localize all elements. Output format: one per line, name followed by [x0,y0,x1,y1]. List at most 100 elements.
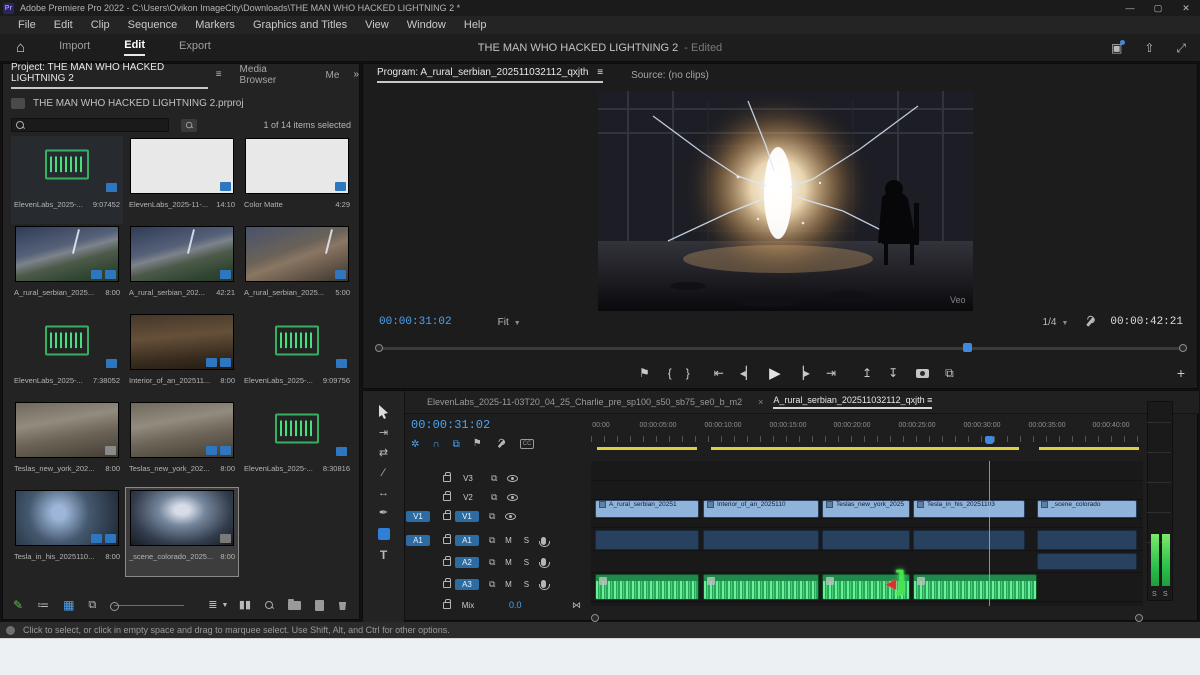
solo-button[interactable]: S [521,536,531,545]
export-frame-icon[interactable] [916,369,929,378]
delete-icon[interactable] [338,600,347,610]
monitor-zoom-handle-left[interactable] [375,344,383,352]
add-marker-icon[interactable]: ⚑ [639,366,650,380]
nest-sequences-icon[interactable]: ✲ [411,439,419,450]
menu-markers[interactable]: Markers [195,19,235,31]
project-item[interactable]: Teslas_new_york_202...8:00 [11,400,123,488]
sequence-tab-close-icon[interactable]: × [758,397,763,407]
sync-lock-icon[interactable]: ⧉ [491,473,497,484]
panel-menu-icon[interactable]: ≡ [216,70,222,80]
lock-icon[interactable] [443,559,451,566]
automate-sequence-icon[interactable]: ▮▮ [239,600,251,611]
fullscreen-icon[interactable]: ⤢ [1176,42,1186,54]
lock-icon[interactable] [443,537,451,544]
monitor-seek-bar[interactable] [379,347,1183,350]
mute-button[interactable]: M [503,536,513,545]
track-name-v1[interactable]: V1 [455,511,479,522]
tab-media-browser[interactable]: Media Browser [240,64,300,86]
voiceover-mic-icon[interactable] [541,537,546,545]
track-visibility-eye-icon[interactable] [505,513,516,520]
sort-chevron-icon[interactable]: ▼ [221,602,228,609]
timeline-playhead-line[interactable] [989,461,990,606]
timeline-clip-audio[interactable] [822,530,910,550]
timeline-scroll-handle-left[interactable] [591,614,599,622]
type-tool-icon[interactable]: T [380,549,387,561]
captions-icon[interactable]: CC [520,439,535,449]
solo-button[interactable]: S [521,558,531,567]
timeline-playhead-head[interactable] [985,436,994,444]
search-bins-icon[interactable] [181,119,197,132]
settings-wrench-icon[interactable] [1084,316,1096,328]
project-item[interactable]: Teslas_new_york_202...8:00 [126,400,238,488]
timeline-clip-video[interactable]: Teslas_new_york_2025 [822,500,910,518]
project-item[interactable]: Interior_of_an_202511...8:00 [126,312,238,400]
razor-tool-icon[interactable]: ∕ [383,468,385,479]
track-visibility-eye-icon[interactable] [507,475,518,482]
project-item[interactable]: A_rural_serbian_2025...8:00 [11,224,123,312]
source-patch-v1[interactable]: V1 [406,511,430,522]
timeline-lanes[interactable]: A_rural_serbian_20251 Interior_of_an_202… [591,461,1143,606]
project-item[interactable]: A_rural_serbian_2025...5:00 [241,224,353,312]
tab-edit[interactable]: Edit [124,39,145,56]
project-item[interactable]: ElevenLabs_2025-...9:07452 [11,136,123,224]
menu-clip[interactable]: Clip [91,19,110,31]
search-input[interactable] [11,118,169,132]
snap-icon[interactable]: ∩ [432,439,439,450]
timeline-clip-music[interactable] [595,574,699,600]
menu-window[interactable]: Window [407,19,446,31]
lock-icon[interactable] [443,581,451,588]
freeform-view-icon[interactable]: ⧉ [88,600,96,611]
mix-level-value[interactable]: 0.0 [509,600,522,610]
writable-pencil-icon[interactable]: ✎ [13,598,23,612]
lock-icon[interactable] [443,513,451,520]
lock-icon[interactable] [443,494,451,501]
track-name-a1[interactable]: A1 [455,535,479,546]
new-bin-icon[interactable] [288,601,301,610]
rectangle-tool-icon[interactable] [378,528,390,540]
timeline-clip-music[interactable] [703,574,819,600]
timeline-clip-audio[interactable] [703,530,819,550]
menu-view[interactable]: View [365,19,389,31]
timeline-current-timecode[interactable]: 00:00:31:02 [411,418,591,432]
play-button-icon[interactable]: ▶ [769,364,781,382]
button-editor-plus-icon[interactable]: + [1177,365,1185,381]
mute-button[interactable]: M [503,558,513,567]
mute-button[interactable]: M [503,580,513,589]
project-item[interactable]: Color Matte4:29 [241,136,353,224]
monitor-zoom-handle-right[interactable] [1179,344,1187,352]
project-item[interactable]: Tesla_in_his_2025110...8:00 [11,488,123,576]
timeline-clip-video[interactable]: _scene_colorado [1037,500,1137,518]
selection-tool-icon[interactable] [378,405,389,419]
extract-icon[interactable]: ↧ [888,366,898,380]
timeline-settings-wrench-icon[interactable] [496,439,506,449]
project-item[interactable]: ElevenLabs_2025-...8:30816 [241,400,353,488]
timeline-clip-video[interactable]: Tesla_in_his_20251103 [913,500,1025,518]
slip-tool-icon[interactable]: ↔ [378,488,389,499]
sequence-tab-active[interactable]: A_rural_serbian_202511032112_qxjth ≡ [773,395,932,409]
step-back-icon[interactable]: ◂▏ [740,366,755,380]
tab-import[interactable]: Import [59,40,90,55]
pen-tool-icon[interactable]: ✒ [379,508,388,519]
monitor-playhead[interactable] [963,343,972,352]
timeline-clip-audio[interactable] [1037,530,1137,550]
project-file-name[interactable]: THE MAN WHO HACKED LIGHTNING 2.prproj [33,98,244,109]
sync-lock-icon[interactable]: ⧉ [489,511,495,522]
step-forward-icon[interactable]: ▕▸ [795,366,810,380]
maximize-button[interactable]: ▢ [1144,3,1172,14]
share-export-icon[interactable]: ⇧ [1144,42,1154,54]
project-item[interactable]: ElevenLabs_2025-...9:09756 [241,312,353,400]
zoom-slider[interactable] [114,605,184,606]
sync-lock-icon[interactable]: ⧉ [489,535,495,546]
comparison-view-icon[interactable]: ⧉ [945,366,954,381]
timeline-clip-audio[interactable] [913,530,1025,550]
panel-overflow-chevron[interactable]: » [353,70,359,80]
meter-solo-right[interactable]: S [1163,591,1168,598]
mark-in-icon[interactable]: { [668,366,672,380]
tab-project[interactable]: Project: THE MAN WHO HACKED LIGHTNING 2 [11,62,208,89]
find-icon[interactable] [265,601,274,610]
track-name-v2[interactable]: V2 [455,493,481,502]
track-select-tool-icon[interactable]: ⇥ [379,428,388,439]
meter-solo-left[interactable]: S [1152,591,1157,598]
home-icon[interactable]: ⌂ [16,39,25,56]
ripple-edit-tool-icon[interactable]: ⇄ [379,448,388,459]
